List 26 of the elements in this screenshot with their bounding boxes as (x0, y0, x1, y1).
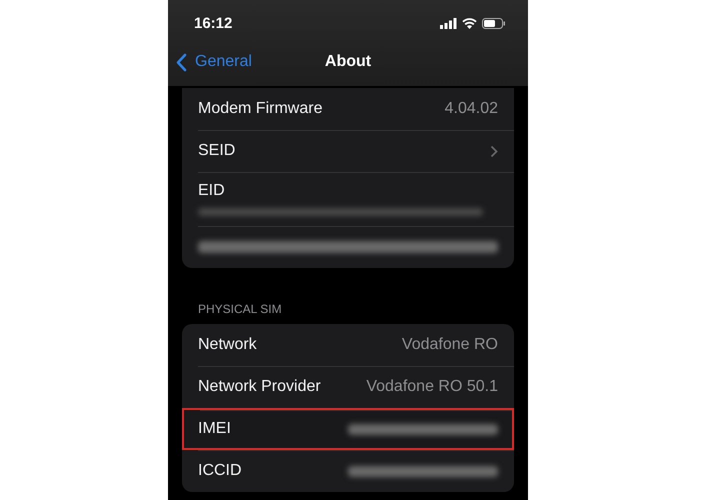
nav-title: About (324, 53, 372, 71)
back-chevron-icon (176, 52, 187, 72)
settings-row[interactable]: EID (182, 172, 514, 226)
row-value: Vodafone RO 50.1 (366, 378, 498, 396)
row-label: SEID (198, 142, 236, 160)
row-value: Vodafone RO (402, 336, 498, 354)
highlighted-row[interactable]: IMEI (182, 408, 514, 450)
row-label: Modem Firmware (198, 100, 322, 118)
row-value: 4.04.02 (444, 100, 498, 118)
row-label: Network Provider (198, 378, 321, 396)
settings-row[interactable]: SEID (182, 130, 514, 172)
settings-row[interactable]: Network Provider Vodafone RO 50.1 (182, 366, 514, 408)
section-header: PHYSICAL SIM (197, 301, 283, 318)
settings-row[interactable]: Network Vodafone RO (182, 324, 514, 366)
settings-row[interactable]: ICCID (182, 450, 514, 492)
wifi-icon (462, 18, 477, 28)
chevron-icon (490, 144, 498, 158)
back-button[interactable]: General (168, 52, 252, 72)
battery-icon (482, 18, 506, 28)
status-time: 16:12 (194, 14, 232, 32)
row-label: ICCID (198, 462, 242, 480)
row-label: EID (198, 182, 226, 200)
row-label: IMEI (198, 420, 231, 438)
settings-row[interactable]: Modem Firmware 4.04.02 (182, 88, 514, 130)
row-label: Network (198, 336, 257, 354)
signal-icon (440, 18, 457, 28)
